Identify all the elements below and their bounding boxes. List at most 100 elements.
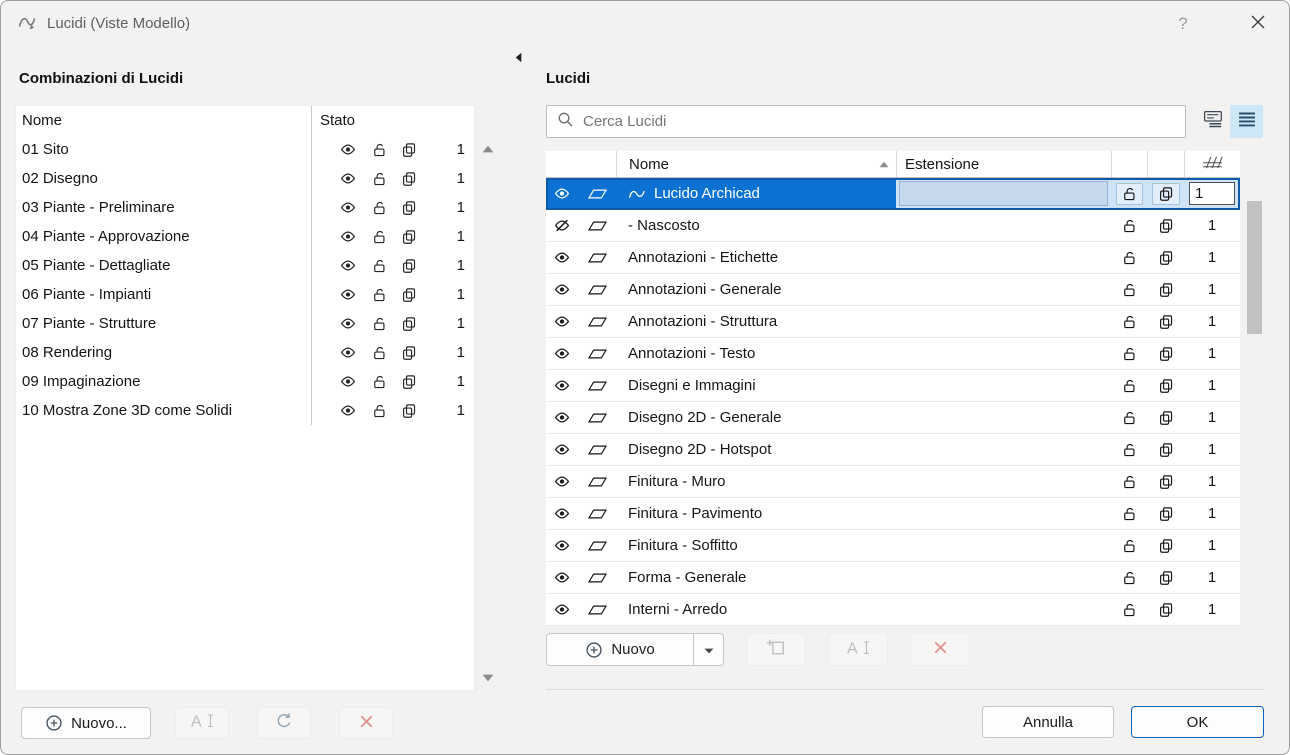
intersection-number[interactable]: 1: [457, 141, 474, 158]
solid-view-icon[interactable]: [1158, 570, 1174, 586]
visibility-eye-icon[interactable]: [552, 345, 572, 362]
layer-row[interactable]: Annotazioni - Etichette 1: [546, 242, 1240, 274]
intersection-number[interactable]: 1: [457, 257, 474, 274]
solid-view-icon[interactable]: [1158, 442, 1174, 458]
solid-view-cell[interactable]: [1147, 594, 1184, 625]
layer-name-cell[interactable]: - Nascosto: [616, 210, 896, 241]
layer-combination-row[interactable]: 06 Piante - Impianti 1: [16, 280, 474, 309]
layer-type-cell[interactable]: [578, 338, 616, 369]
layer-row[interactable]: Disegno 2D - Generale 1: [546, 402, 1240, 434]
visibility-eye-icon[interactable]: [552, 569, 572, 586]
layer-combination-row[interactable]: 05 Piante - Dettagliate 1: [16, 251, 474, 280]
visibility-cell[interactable]: [546, 210, 578, 241]
solid-view-icon[interactable]: [401, 258, 417, 274]
new-layer-dropdown[interactable]: [693, 633, 724, 666]
lock-icon[interactable]: [372, 316, 387, 332]
solid-view-cell[interactable]: [1147, 370, 1184, 401]
solid-view-icon[interactable]: [1158, 282, 1174, 298]
layer-extension-cell[interactable]: [896, 242, 1111, 273]
search-box[interactable]: [546, 105, 1186, 138]
lock-icon[interactable]: [1122, 218, 1137, 234]
ok-button[interactable]: OK: [1131, 706, 1264, 738]
intersection-cell[interactable]: 1: [1184, 338, 1240, 369]
intersection-number[interactable]: 1: [457, 402, 474, 419]
intersection-number[interactable]: 1: [1208, 217, 1216, 234]
solid-view-cell[interactable]: [1147, 402, 1184, 433]
intersection-number[interactable]: 1: [1208, 473, 1216, 490]
visibility-eye-icon[interactable]: [338, 286, 358, 303]
solid-view-cell[interactable]: [1147, 562, 1184, 593]
layer-type-cell[interactable]: [578, 242, 616, 273]
visibility-eye-icon[interactable]: [552, 505, 572, 522]
column-header-solid[interactable]: [1147, 151, 1184, 177]
visibility-eye-icon[interactable]: [552, 537, 572, 554]
visibility-cell[interactable]: [546, 594, 578, 625]
visibility-cell[interactable]: [546, 370, 578, 401]
visibility-eye-icon[interactable]: [338, 373, 358, 390]
layer-name-cell[interactable]: Disegni e Immagini: [616, 370, 896, 401]
lock-icon[interactable]: [372, 374, 387, 390]
column-header-visibility[interactable]: [546, 151, 578, 177]
lock-icon[interactable]: [372, 258, 387, 274]
intersection-number[interactable]: 1: [1208, 441, 1216, 458]
intersection-cell[interactable]: 1: [1184, 242, 1240, 273]
intersection-cell[interactable]: 1: [1184, 402, 1240, 433]
layer-type-cell[interactable]: [578, 530, 616, 561]
lock-icon[interactable]: [372, 142, 387, 158]
lock-icon[interactable]: [372, 200, 387, 216]
layer-extension-cell[interactable]: [896, 306, 1111, 337]
layer-name-cell[interactable]: Disegno 2D - Generale: [616, 402, 896, 433]
lock-icon[interactable]: [372, 229, 387, 245]
intersection-cell[interactable]: 1: [1184, 434, 1240, 465]
solid-view-icon[interactable]: [1158, 378, 1174, 394]
intersection-number[interactable]: 1: [1208, 377, 1216, 394]
layer-type-cell[interactable]: [578, 498, 616, 529]
visibility-cell[interactable]: [546, 338, 578, 369]
intersection-number[interactable]: 1: [1189, 182, 1235, 205]
layer-type-cell[interactable]: [578, 434, 616, 465]
lock-cell[interactable]: [1111, 562, 1147, 593]
layer-type-cell[interactable]: [578, 370, 616, 401]
intersection-cell[interactable]: 1: [1184, 466, 1240, 497]
intersection-cell[interactable]: 1: [1184, 498, 1240, 529]
layer-name-cell[interactable]: Annotazioni - Struttura: [616, 306, 896, 337]
visibility-cell[interactable]: [546, 562, 578, 593]
layer-name-cell[interactable]: Annotazioni - Etichette: [616, 242, 896, 273]
layer-extension-cell[interactable]: [896, 594, 1111, 625]
scroll-down-arrow[interactable]: [482, 669, 494, 687]
lock-icon[interactable]: [372, 171, 387, 187]
visibility-eye-icon[interactable]: [338, 402, 358, 419]
intersection-cell[interactable]: 1: [1184, 306, 1240, 337]
intersection-cell[interactable]: 1: [1184, 370, 1240, 401]
visibility-eye-icon[interactable]: [552, 409, 572, 426]
tree-view-toggle[interactable]: [1196, 105, 1229, 138]
layer-extension-cell[interactable]: [896, 402, 1111, 433]
lock-icon[interactable]: [1122, 378, 1137, 394]
layer-name-cell[interactable]: Lucido Archicad: [616, 178, 896, 209]
lock-icon[interactable]: [372, 403, 387, 419]
lock-icon[interactable]: [1122, 474, 1137, 490]
layer-combination-row[interactable]: 02 Disegno 1: [16, 164, 474, 193]
solid-view-icon[interactable]: [401, 403, 417, 419]
layer-combination-row[interactable]: 03 Piante - Preliminare 1: [16, 193, 474, 222]
layer-extension-cell[interactable]: [896, 210, 1111, 241]
update-combination-button[interactable]: [257, 707, 311, 739]
visibility-cell[interactable]: [546, 530, 578, 561]
lock-cell[interactable]: [1111, 402, 1147, 433]
visibility-eye-icon[interactable]: [338, 344, 358, 361]
lock-icon[interactable]: [1122, 250, 1137, 266]
intersection-number[interactable]: 1: [457, 170, 474, 187]
intersection-number[interactable]: 1: [1208, 569, 1216, 586]
visibility-eye-icon[interactable]: [552, 441, 572, 458]
layer-row[interactable]: Finitura - Soffitto 1: [546, 530, 1240, 562]
layer-row[interactable]: Annotazioni - Struttura 1: [546, 306, 1240, 338]
visibility-cell[interactable]: [546, 434, 578, 465]
layer-extension-cell[interactable]: [896, 466, 1111, 497]
layer-row[interactable]: - Nascosto 1: [546, 210, 1240, 242]
visibility-cell[interactable]: [546, 402, 578, 433]
visibility-eye-icon[interactable]: [552, 473, 572, 490]
layer-extension-cell[interactable]: [896, 338, 1111, 369]
layer-name-cell[interactable]: Finitura - Muro: [616, 466, 896, 497]
solid-view-icon[interactable]: [401, 200, 417, 216]
solid-view-cell[interactable]: [1147, 338, 1184, 369]
